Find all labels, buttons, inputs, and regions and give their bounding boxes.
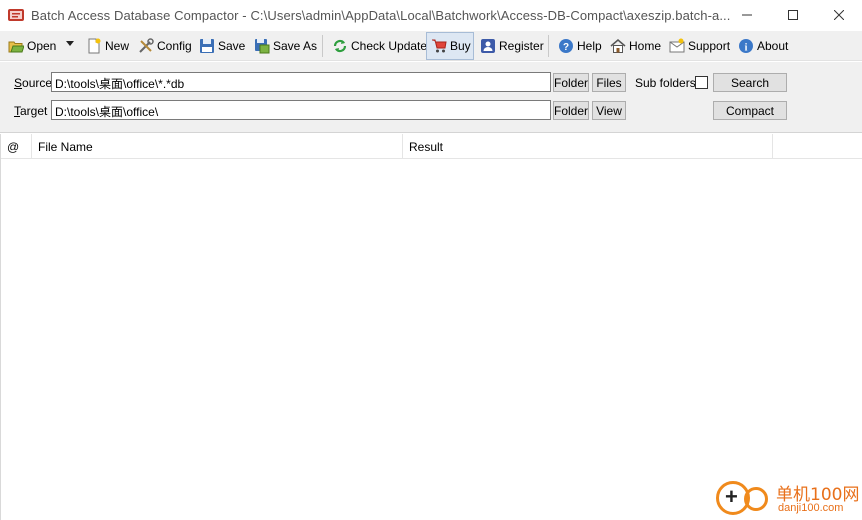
window-title: Batch Access Database Compactor - C:\Use… bbox=[31, 8, 731, 23]
source-files-button[interactable]: Files bbox=[592, 73, 626, 92]
toolbar: Open New Config Save Save As Check Updat… bbox=[0, 31, 862, 61]
buy-button[interactable]: Buy bbox=[426, 32, 474, 60]
save-as-icon bbox=[254, 38, 270, 54]
home-label: Home bbox=[629, 39, 662, 53]
cart-icon bbox=[431, 38, 447, 54]
help-label: Help bbox=[577, 39, 602, 53]
title-bar: Batch Access Database Compactor - C:\Use… bbox=[0, 0, 862, 31]
compact-button[interactable]: Compact bbox=[713, 101, 787, 120]
minimize-icon bbox=[742, 9, 752, 23]
svg-text:?: ? bbox=[563, 42, 569, 53]
close-icon bbox=[833, 9, 845, 23]
open-button[interactable]: Open bbox=[4, 32, 60, 60]
help-icon: ? bbox=[558, 38, 574, 54]
home-button[interactable]: Home bbox=[606, 32, 665, 60]
target-path-input[interactable]: D:\tools\桌面\office\ bbox=[51, 100, 551, 120]
about-button[interactable]: i About bbox=[734, 32, 792, 60]
buy-label: Buy bbox=[450, 39, 471, 53]
save-label: Save bbox=[218, 39, 246, 53]
config-button[interactable]: Config bbox=[134, 32, 196, 60]
source-folder-button[interactable]: Folder bbox=[553, 73, 589, 92]
about-label: About bbox=[757, 39, 789, 53]
register-icon bbox=[480, 38, 496, 54]
support-button[interactable]: Support bbox=[665, 32, 734, 60]
refresh-icon bbox=[332, 38, 348, 54]
maximize-button[interactable] bbox=[770, 0, 816, 31]
save-as-label: Save As bbox=[273, 39, 318, 53]
toolbar-separator bbox=[548, 35, 549, 57]
check-update-label: Check Update bbox=[351, 39, 428, 53]
save-button[interactable]: Save bbox=[195, 32, 249, 60]
open-dropdown-arrow-icon[interactable] bbox=[66, 41, 74, 46]
column-header-status[interactable]: @ bbox=[1, 134, 32, 159]
source-path-input[interactable]: D:\tools\桌面\office\*.*db bbox=[51, 72, 551, 92]
tools-icon bbox=[138, 38, 154, 54]
column-header-result[interactable]: Result bbox=[403, 134, 773, 159]
watermark-ring-icon bbox=[744, 487, 768, 511]
close-button[interactable] bbox=[816, 0, 862, 31]
search-button[interactable]: Search bbox=[713, 73, 787, 92]
new-label: New bbox=[105, 39, 130, 53]
config-label: Config bbox=[157, 39, 192, 53]
maximize-icon bbox=[788, 9, 798, 23]
new-file-icon bbox=[86, 38, 102, 54]
new-button[interactable]: New bbox=[82, 32, 133, 60]
target-view-button[interactable]: View bbox=[592, 101, 626, 120]
results-list[interactable]: @ File Name Result bbox=[0, 134, 862, 520]
source-label: Source bbox=[14, 76, 53, 90]
folder-open-icon bbox=[8, 38, 25, 54]
open-label: Open bbox=[27, 39, 57, 53]
site-watermark: + 单机100网 danji100.com bbox=[712, 478, 862, 520]
app-icon bbox=[8, 8, 24, 22]
target-label: Target bbox=[14, 104, 48, 118]
check-update-button[interactable]: Check Update bbox=[328, 32, 431, 60]
support-label: Support bbox=[688, 39, 731, 53]
register-button[interactable]: Register bbox=[476, 32, 548, 60]
save-icon bbox=[199, 38, 215, 54]
subfolders-label: Sub folders bbox=[635, 76, 696, 90]
support-icon bbox=[669, 38, 685, 54]
help-button[interactable]: ? Help bbox=[554, 32, 606, 60]
subfolders-checkbox[interactable] bbox=[695, 76, 708, 89]
watermark-plus-icon: + bbox=[725, 484, 738, 509]
list-header: @ File Name Result bbox=[1, 134, 862, 159]
info-icon: i bbox=[738, 38, 754, 54]
minimize-button[interactable] bbox=[724, 0, 770, 31]
target-folder-button[interactable]: Folder bbox=[553, 101, 589, 120]
toolbar-separator bbox=[322, 35, 323, 57]
watermark-url: danji100.com bbox=[778, 502, 844, 514]
path-panel: Source D:\tools\桌面\office\*.*db Folder F… bbox=[0, 62, 862, 133]
register-label: Register bbox=[499, 39, 544, 53]
home-icon bbox=[610, 38, 626, 54]
column-header-file-name[interactable]: File Name bbox=[32, 134, 403, 159]
save-as-button[interactable]: Save As bbox=[250, 32, 321, 60]
svg-text:i: i bbox=[745, 43, 748, 54]
